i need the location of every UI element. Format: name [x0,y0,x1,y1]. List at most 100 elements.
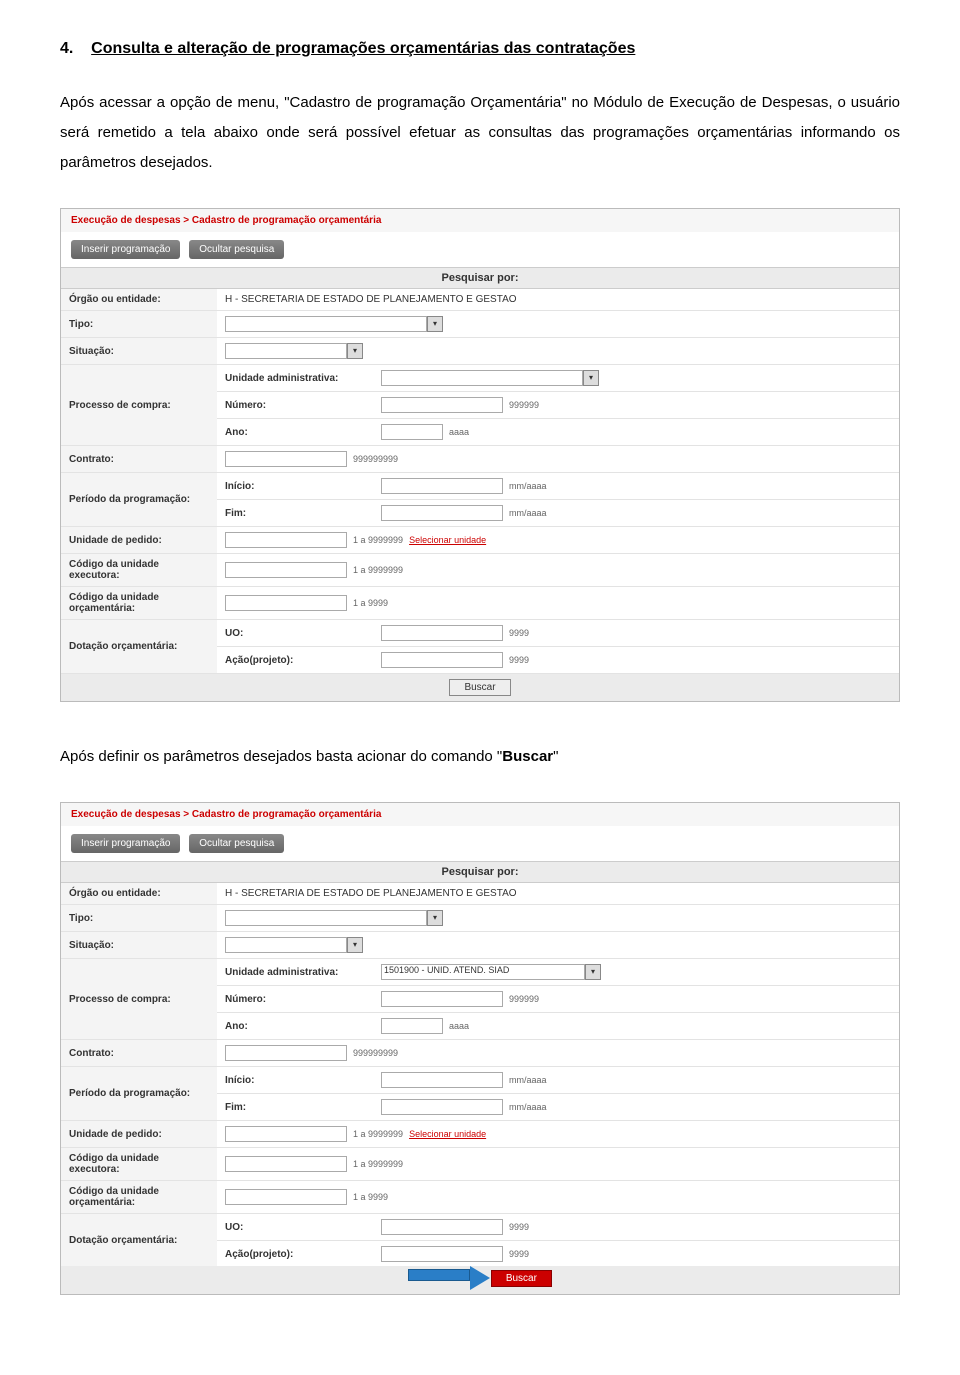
label-uo: UO: [217,620,373,647]
unidade-pedido-input[interactable] [225,1126,347,1142]
button-row: Inserir programação Ocultar pesquisa [61,232,899,267]
unidade-pedido-input[interactable] [225,532,347,548]
fim-input[interactable] [381,1099,503,1115]
inicio-input[interactable] [381,478,503,494]
label-processo: Processo de compra: [61,959,217,1040]
dropdown-icon[interactable]: ▾ [347,343,363,359]
dropdown-icon[interactable]: ▾ [585,964,601,980]
label-unidade-admin: Unidade administrativa: [217,365,373,392]
buscar-row: Buscar [61,674,899,701]
numero-input[interactable] [381,991,503,1007]
label-acao: Ação(projeto): [217,1241,373,1268]
ocultar-pesquisa-button[interactable]: Ocultar pesquisa [189,240,284,259]
section-heading: 4. Consulta e alteração de programações … [60,40,900,58]
search-header: Pesquisar por: [61,267,899,289]
arrow-icon [408,1266,490,1290]
label-dotacao: Dotação orçamentária: [61,1214,217,1268]
label-acao: Ação(projeto): [217,647,373,674]
hint-ano: aaaa [449,1021,469,1031]
label-cod-orc: Código da unidade orçamentária: [61,587,217,620]
label-numero: Número: [217,986,373,1013]
contrato-input[interactable] [225,1045,347,1061]
selecionar-unidade-link[interactable]: Selecionar unidade [409,535,486,545]
acao-input[interactable] [381,1246,503,1262]
button-row: Inserir programação Ocultar pesquisa [61,826,899,861]
ano-input[interactable] [381,1018,443,1034]
label-contrato: Contrato: [61,446,217,473]
hint-ano: aaaa [449,427,469,437]
label-inicio: Início: [217,473,373,500]
label-periodo: Período da programação: [61,1067,217,1121]
cod-orc-input[interactable] [225,1189,347,1205]
ocultar-pesquisa-button[interactable]: Ocultar pesquisa [189,834,284,853]
label-tipo: Tipo: [61,311,217,338]
unidade-admin-select[interactable]: 1501900 - UNID. ATEND. SIAD [381,964,585,980]
situacao-select[interactable] [225,937,347,953]
dropdown-icon[interactable]: ▾ [427,316,443,332]
situacao-select[interactable] [225,343,347,359]
label-orgao: Órgão ou entidade: [61,883,217,905]
hint-uo: 9999 [509,1222,529,1232]
value-orgao: H - SECRETARIA DE ESTADO DE PLANEJAMENTO… [217,883,899,905]
dropdown-icon[interactable]: ▾ [427,910,443,926]
hint-orc: 1 a 9999 [353,1192,388,1202]
selecionar-unidade-link[interactable]: Selecionar unidade [409,1129,486,1139]
body-paragraph-1: Após acessar a opção de menu, "Cadastro … [60,88,900,178]
inicio-input[interactable] [381,1072,503,1088]
cod-exec-input[interactable] [225,1156,347,1172]
hint-contrato: 999999999 [353,454,398,464]
hint-numero: 999999 [509,994,539,1004]
dropdown-icon[interactable]: ▾ [583,370,599,386]
buscar-button-highlighted[interactable]: Buscar [491,1270,552,1287]
label-numero: Número: [217,392,373,419]
label-inicio: Início: [217,1067,373,1094]
body-paragraph-2: Após definir os parâmetros desejados bas… [60,742,900,772]
hint-fim: mm/aaaa [509,508,547,518]
section-title: Consulta e alteração de programações orç… [91,40,635,57]
uo-input[interactable] [381,1219,503,1235]
tipo-select[interactable] [225,910,427,926]
tipo-select[interactable] [225,316,427,332]
numero-input[interactable] [381,397,503,413]
dropdown-icon[interactable]: ▾ [347,937,363,953]
hint-contrato: 999999999 [353,1048,398,1058]
hint-uo: 9999 [509,628,529,638]
label-fim: Fim: [217,1094,373,1121]
label-fim: Fim: [217,500,373,527]
label-cod-orc: Código da unidade orçamentária: [61,1181,217,1214]
label-unidade-pedido: Unidade de pedido: [61,527,217,554]
buscar-button[interactable]: Buscar [449,679,510,696]
ano-input[interactable] [381,424,443,440]
form-screenshot-1: Execução de despesas > Cadastro de progr… [60,208,900,702]
label-unidade-admin: Unidade administrativa: [217,959,373,986]
hint-inicio: mm/aaaa [509,481,547,491]
contrato-input[interactable] [225,451,347,467]
hint-numero: 999999 [509,400,539,410]
label-situacao: Situação: [61,338,217,365]
p2-bold: Buscar [502,748,553,765]
label-dotacao: Dotação orçamentária: [61,620,217,674]
hint-fim: mm/aaaa [509,1102,547,1112]
hint-exec: 1 a 9999999 [353,565,403,575]
label-tipo: Tipo: [61,905,217,932]
value-orgao: H - SECRETARIA DE ESTADO DE PLANEJAMENTO… [217,289,899,311]
p2-prefix: Após definir os parâmetros desejados bas… [60,748,502,765]
hint-pedido: 1 a 9999999 [353,535,403,545]
fim-input[interactable] [381,505,503,521]
label-orgao: Órgão ou entidade: [61,289,217,311]
cod-orc-input[interactable] [225,595,347,611]
label-cod-exec: Código da unidade executora: [61,554,217,587]
acao-input[interactable] [381,652,503,668]
unidade-admin-select[interactable] [381,370,583,386]
hint-pedido: 1 a 9999999 [353,1129,403,1139]
inserir-programacao-button[interactable]: Inserir programação [71,240,180,259]
label-cod-exec: Código da unidade executora: [61,1148,217,1181]
label-contrato: Contrato: [61,1040,217,1067]
section-number: 4. [60,40,73,57]
breadcrumb: Execução de despesas > Cadastro de progr… [61,209,899,232]
hint-exec: 1 a 9999999 [353,1159,403,1169]
inserir-programacao-button[interactable]: Inserir programação [71,834,180,853]
uo-input[interactable] [381,625,503,641]
cod-exec-input[interactable] [225,562,347,578]
p1-prefix: Após acessar a opção de menu, " [60,94,290,111]
